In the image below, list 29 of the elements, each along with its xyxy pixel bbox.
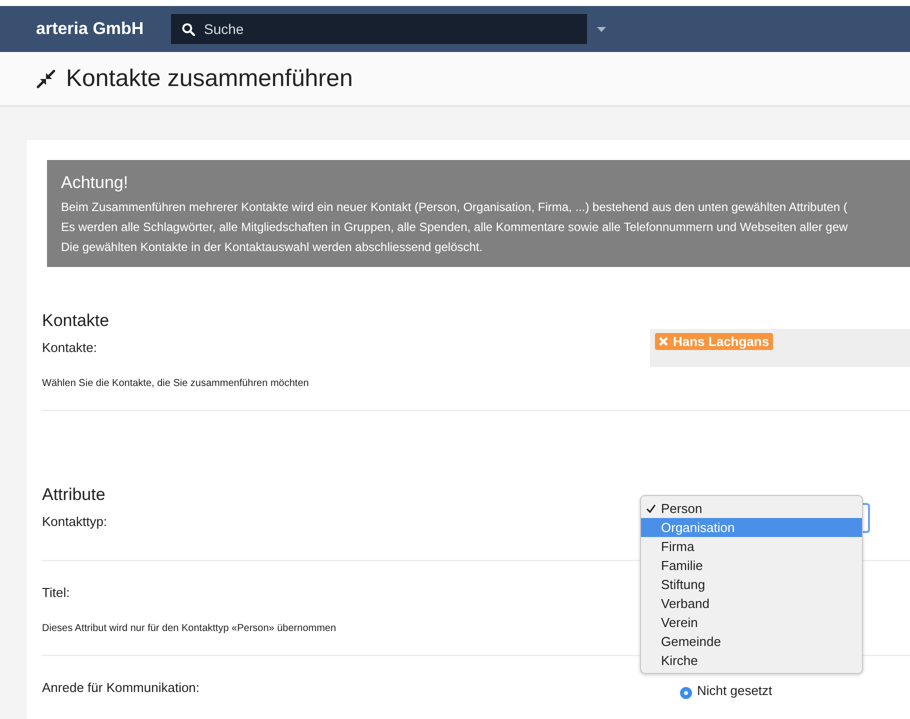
section-heading: Kontakte bbox=[42, 311, 110, 331]
field-label: Kontakttyp: bbox=[42, 513, 108, 531]
warning-text: Beim Zusammenführen mehrerer Kontakte wird ein neuer Kontakt (Person, Organisation, Firma, ...) bestehend aus den unten gewählten Attributen ( bbox=[61, 199, 848, 216]
field-label: Kontakte: bbox=[42, 339, 98, 357]
check-icon bbox=[646, 504, 656, 513]
dropdown-option[interactable]: Gemeinde bbox=[641, 632, 862, 651]
dropdown-option[interactable]: Firma bbox=[641, 537, 862, 556]
help-text: Dieses Attribut wird nur für den Kontakttyp «Person» übernommen bbox=[42, 623, 338, 634]
compress-icon bbox=[36, 68, 56, 88]
dropdown-option[interactable]: Kirche bbox=[641, 651, 862, 670]
dropdown-option[interactable]: Familie bbox=[641, 556, 862, 575]
remove-icon bbox=[659, 337, 668, 346]
section-heading: Attribute bbox=[42, 485, 106, 505]
field-label: Titel: bbox=[42, 584, 71, 602]
warning-text: Die gewählten Kontakte in der Kontaktauswahl werden abschliessend gelöscht. bbox=[61, 239, 484, 256]
search-icon bbox=[182, 23, 195, 36]
search-field[interactable]: Suche bbox=[171, 14, 587, 44]
warning-text: Es werden alle Schlagwörter, alle Mitgliedschaften in Gruppen, alle Spenden, alle Kommentare sowie alle Telefonnummern und Webseiten aller gew bbox=[61, 219, 849, 236]
help-text: Wählen Sie die Kontakte, die Sie zusammenführen möchten bbox=[42, 378, 310, 389]
brand-name[interactable]: arteria GmbH bbox=[36, 19, 171, 39]
dropdown-option[interactable]: Verein bbox=[641, 613, 862, 632]
page-title: Kontakte zusammenführen bbox=[66, 64, 353, 92]
warning-title: Achtung! bbox=[61, 173, 130, 193]
caret-icon[interactable] bbox=[597, 26, 606, 32]
field-label: Anrede für Kommunikation: bbox=[42, 679, 201, 697]
dropdown-option[interactable]: Stiftung bbox=[641, 575, 862, 594]
dropdown-option[interactable]: Person bbox=[641, 499, 862, 518]
radio-option[interactable]: Nicht gesetzt bbox=[680, 681, 772, 699]
dropdown-option[interactable]: Verband bbox=[641, 594, 862, 613]
